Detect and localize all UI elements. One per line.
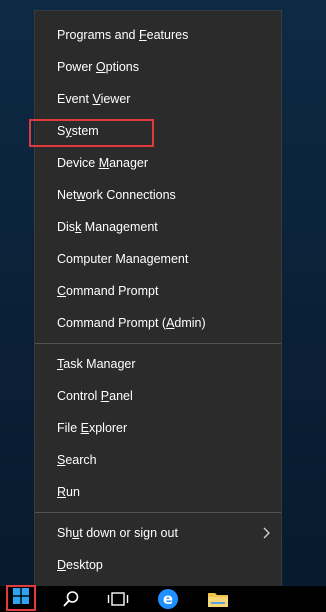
edge-icon[interactable]: e bbox=[154, 586, 182, 612]
svg-text:e: e bbox=[163, 590, 173, 608]
search-icon[interactable] bbox=[58, 586, 84, 612]
windows-start-icon bbox=[13, 587, 29, 609]
menu-item-run[interactable]: Run bbox=[35, 476, 281, 508]
menu-item-network-connections[interactable]: Network Connections bbox=[35, 179, 281, 211]
menu-item-command-prompt-admin[interactable]: Command Prompt (Admin) bbox=[35, 307, 281, 339]
menu-item-shut-down-or-sign-out[interactable]: Shut down or sign out bbox=[35, 517, 281, 549]
winx-context-menu: Programs and Features Power Options Even… bbox=[29, 10, 282, 586]
system-highlight-box bbox=[29, 119, 154, 147]
task-view-icon[interactable] bbox=[104, 586, 132, 612]
file-explorer-icon[interactable] bbox=[204, 586, 232, 612]
start-button[interactable] bbox=[6, 585, 36, 611]
menu-separator bbox=[35, 512, 281, 513]
menu-item-file-explorer[interactable]: File Explorer bbox=[35, 412, 281, 444]
menu-item-programs-and-features[interactable]: Programs and Features bbox=[35, 19, 281, 51]
menu-item-power-options[interactable]: Power Options bbox=[35, 51, 281, 83]
menu-item-device-manager[interactable]: Device Manager bbox=[35, 147, 281, 179]
menu-item-computer-management[interactable]: Computer Management bbox=[35, 243, 281, 275]
menu-item-task-manager[interactable]: Task Manager bbox=[35, 348, 281, 380]
menu-item-command-prompt[interactable]: Command Prompt bbox=[35, 275, 281, 307]
menu-separator bbox=[35, 343, 281, 344]
menu-item-control-panel[interactable]: Control Panel bbox=[35, 380, 281, 412]
menu-item-disk-management[interactable]: Disk Management bbox=[35, 211, 281, 243]
menu-item-desktop[interactable]: Desktop bbox=[35, 549, 281, 581]
menu-item-event-viewer[interactable]: Event Viewer bbox=[35, 83, 281, 115]
menu-item-search[interactable]: Search bbox=[35, 444, 281, 476]
